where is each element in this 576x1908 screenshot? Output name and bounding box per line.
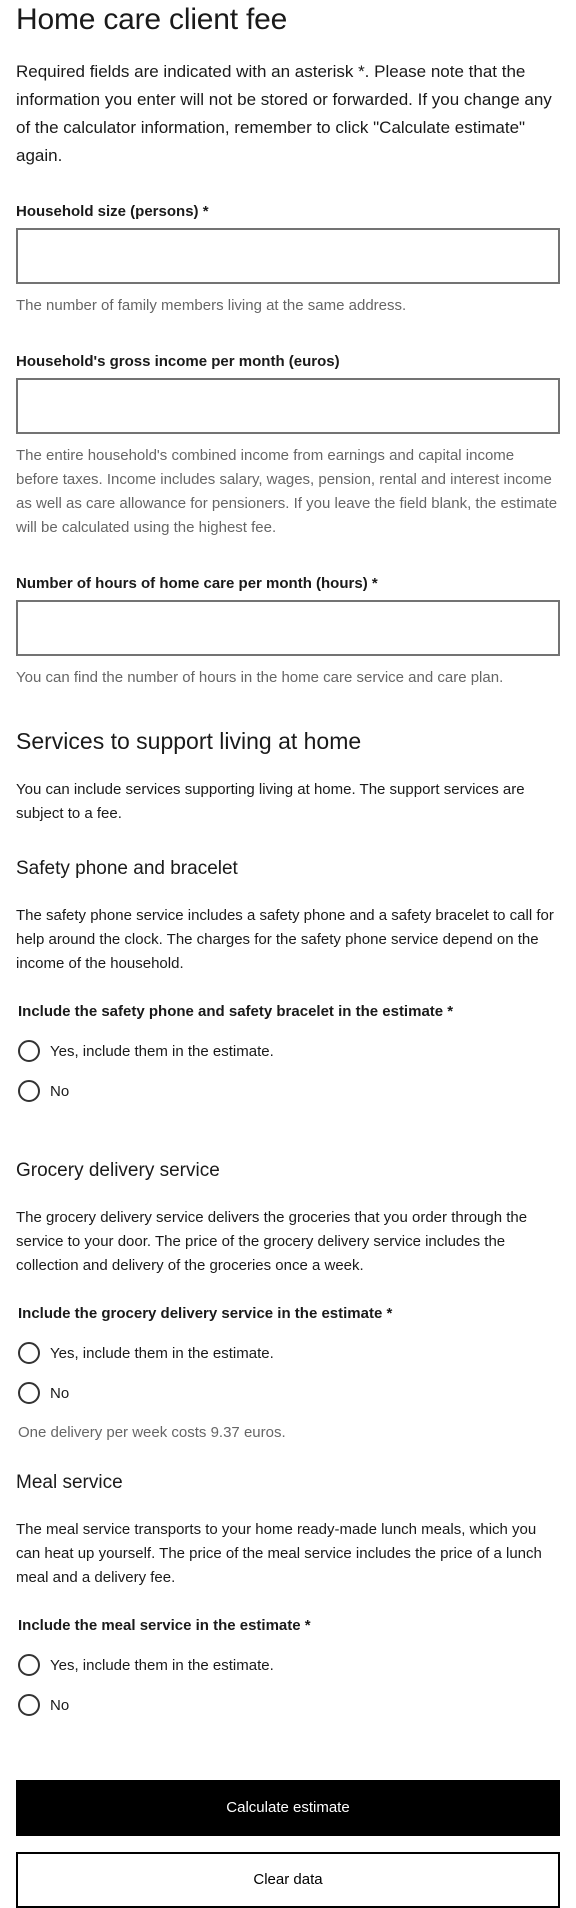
radio-button[interactable] xyxy=(18,1080,40,1102)
care-hours-field: Number of hours of home care per month (… xyxy=(16,574,560,690)
household-size-help: The number of family members living at t… xyxy=(16,297,407,314)
calculator-page: Home care client fee Required fields are… xyxy=(0,0,576,1908)
grocery-delivery-description: The grocery delivery service delivers th… xyxy=(16,1209,528,1274)
safety-phone-option-no[interactable]: No xyxy=(18,1076,560,1106)
grocery-delivery-option-no[interactable]: No xyxy=(18,1378,560,1408)
safety-phone-section: Safety phone and bracelet The safety pho… xyxy=(16,856,560,1106)
radio-label: Yes, include them in the estimate. xyxy=(50,1042,274,1060)
meal-service-option-yes[interactable]: Yes, include them in the estimate. xyxy=(18,1650,560,1680)
radio-label: Yes, include them in the estimate. xyxy=(50,1344,274,1362)
household-size-label: Household size (persons) * xyxy=(16,203,209,220)
meal-service-option-no[interactable]: No xyxy=(18,1690,560,1720)
meal-service-description: The meal service transports to your home… xyxy=(16,1521,542,1586)
household-size-field: Household size (persons) * The number of… xyxy=(16,202,560,318)
meal-service-question: Include the meal service in the estimate… xyxy=(18,1617,311,1634)
grocery-delivery-option-yes[interactable]: Yes, include them in the estimate. xyxy=(18,1338,560,1368)
radio-label: No xyxy=(50,1384,70,1402)
calculate-estimate-button[interactable]: Calculate estimate xyxy=(16,1780,560,1836)
care-hours-label: Number of hours of home care per month (… xyxy=(16,575,378,592)
page-title: Home care client fee xyxy=(16,3,288,36)
intro-text: Required fields are indicated with an as… xyxy=(16,62,552,165)
clear-data-button[interactable]: Clear data xyxy=(16,1852,560,1908)
gross-income-input[interactable] xyxy=(16,378,560,434)
care-hours-input[interactable] xyxy=(16,600,560,656)
radio-label: No xyxy=(50,1082,70,1100)
radio-button[interactable] xyxy=(18,1342,40,1364)
radio-button[interactable] xyxy=(18,1654,40,1676)
radio-label: No xyxy=(50,1696,70,1714)
meal-service-section: Meal service The meal service transports… xyxy=(16,1470,560,1720)
safety-phone-description: The safety phone service includes a safe… xyxy=(16,907,554,972)
safety-phone-option-yes[interactable]: Yes, include them in the estimate. xyxy=(18,1036,560,1066)
support-services-heading: Services to support living at home xyxy=(16,728,362,754)
household-size-input[interactable] xyxy=(16,228,560,284)
grocery-delivery-price-note: One delivery per week costs 9.37 euros. xyxy=(18,1424,286,1441)
radio-button[interactable] xyxy=(18,1382,40,1404)
radio-label: Yes, include them in the estimate. xyxy=(50,1656,274,1674)
radio-button[interactable] xyxy=(18,1694,40,1716)
grocery-delivery-question: Include the grocery delivery service in … xyxy=(18,1305,393,1322)
care-hours-help: You can find the number of hours in the … xyxy=(16,669,504,686)
grocery-delivery-heading: Grocery delivery service xyxy=(16,1160,220,1181)
grocery-delivery-section: Grocery delivery service The grocery del… xyxy=(16,1158,560,1444)
support-services-description: You can include services supporting livi… xyxy=(16,781,525,822)
gross-income-field: Household's gross income per month (euro… xyxy=(16,352,560,540)
gross-income-label: Household's gross income per month (euro… xyxy=(16,353,340,370)
safety-phone-question: Include the safety phone and safety brac… xyxy=(18,1003,454,1020)
gross-income-help: The entire household's combined income f… xyxy=(16,447,558,536)
safety-phone-heading: Safety phone and bracelet xyxy=(16,858,238,879)
meal-service-heading: Meal service xyxy=(16,1472,123,1493)
radio-button[interactable] xyxy=(18,1040,40,1062)
